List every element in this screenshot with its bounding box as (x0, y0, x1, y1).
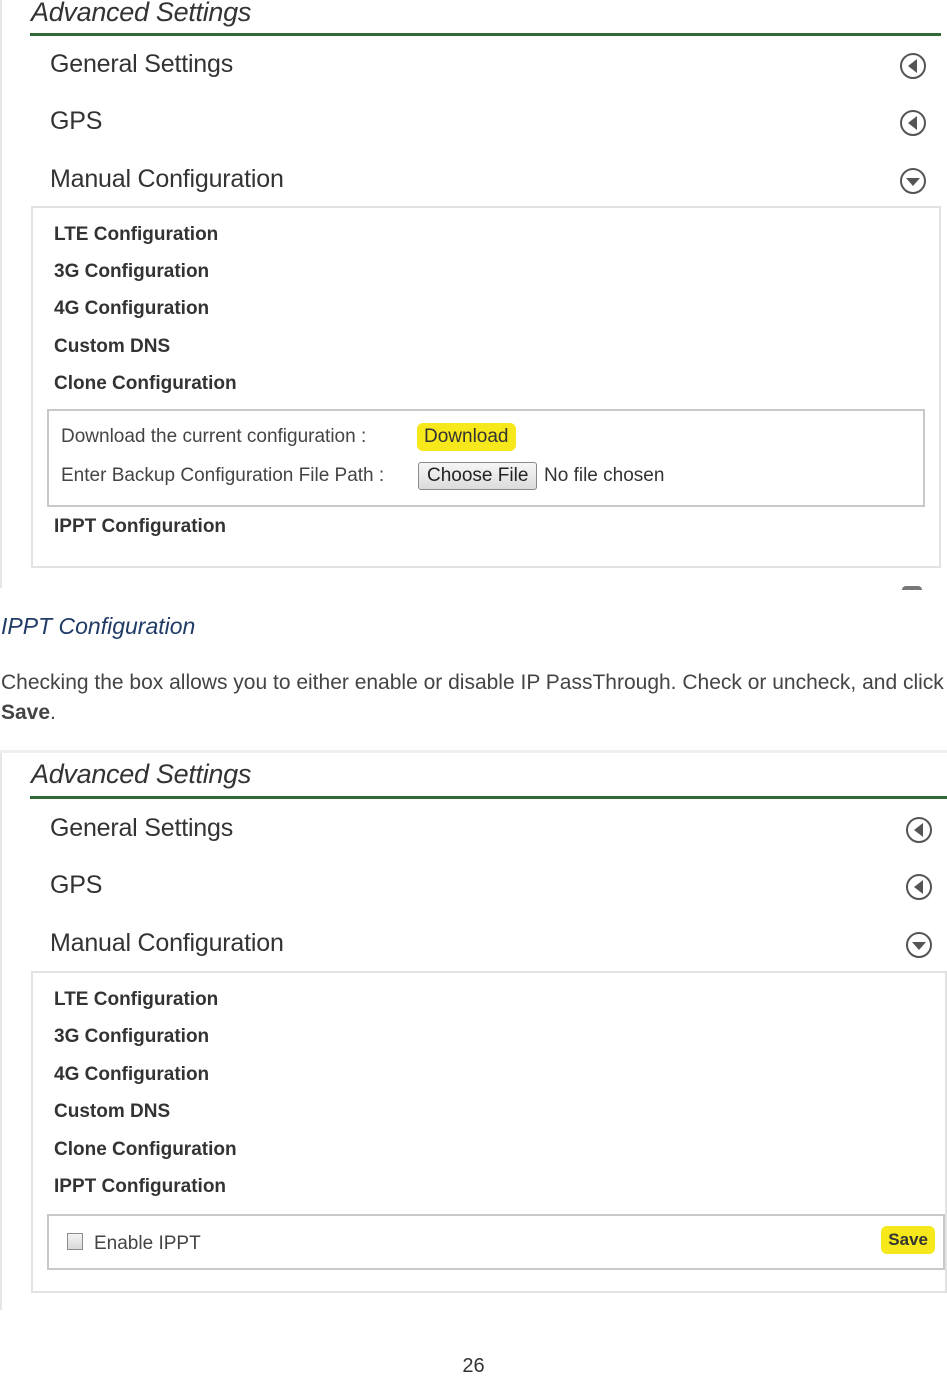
accordion-label: GPS (50, 871, 103, 899)
screenshot-edge (0, 753, 2, 1310)
menu-4g-configuration[interactable]: 4G Configuration (54, 298, 209, 320)
accordion-general-settings[interactable]: General Settings (48, 810, 941, 850)
backup-file-path-label: Enter Backup Configuration File Path : (61, 465, 385, 486)
menu-custom-dns[interactable]: Custom DNS (54, 1101, 170, 1123)
paragraph-bold-save: Save (1, 701, 51, 724)
collapsed-arrow-left-icon[interactable] (905, 816, 933, 844)
accordion-manual-configuration[interactable]: Manual Configuration (48, 161, 935, 201)
accordion-label: General Settings (50, 814, 234, 842)
menu-ippt-configuration[interactable]: IPPT Configuration (54, 516, 226, 538)
partial-icon (902, 586, 922, 590)
accordion-manual-configuration[interactable]: Manual Configuration (48, 925, 941, 965)
manual-configuration-panel: LTE Configuration 3G Configuration 4G Co… (31, 206, 941, 568)
accordion-label: General Settings (50, 50, 234, 78)
menu-ippt-configuration[interactable]: IPPT Configuration (54, 1176, 226, 1198)
file-chosen-status: No file chosen (544, 465, 665, 486)
paragraph-text: Checking the box allows you to either en… (1, 671, 944, 694)
download-button[interactable]: Download (417, 423, 516, 451)
collapsed-arrow-left-icon[interactable] (899, 52, 927, 80)
advanced-settings-title: Advanced Settings (31, 0, 252, 27)
screenshot-ippt-configuration: Advanced Settings General Settings GPS M… (0, 750, 947, 1310)
collapsed-arrow-left-icon[interactable] (899, 109, 927, 137)
screenshot-clone-configuration: Advanced Settings General Settings GPS M… (0, 0, 947, 588)
enable-ippt-checkbox[interactable] (67, 1233, 83, 1250)
collapsed-arrow-left-icon[interactable] (905, 873, 933, 901)
menu-3g-configuration[interactable]: 3G Configuration (54, 261, 209, 283)
expanded-arrow-down-icon[interactable] (905, 931, 933, 959)
accordion-label: GPS (50, 107, 103, 135)
title-divider (30, 796, 947, 799)
accordion-gps[interactable]: GPS (48, 867, 941, 907)
ippt-settings-box: Enable IPPT Save (47, 1214, 945, 1270)
download-config-label: Download the current configuration : (61, 426, 367, 447)
menu-clone-configuration[interactable]: Clone Configuration (54, 373, 237, 395)
accordion-gps[interactable]: GPS (48, 103, 935, 143)
choose-file-button[interactable]: Choose File (418, 462, 538, 490)
paragraph-end: . (50, 701, 56, 724)
accordion-general-settings[interactable]: General Settings (48, 46, 935, 86)
advanced-settings-title: Advanced Settings (31, 759, 252, 789)
accordion-label: Manual Configuration (50, 929, 284, 957)
expanded-arrow-down-icon[interactable] (899, 167, 927, 195)
menu-lte-configuration[interactable]: LTE Configuration (54, 224, 218, 246)
save-button[interactable]: Save (881, 1226, 935, 1254)
clone-configuration-box: Download the current configuration : Dow… (47, 409, 925, 507)
accordion-label: Manual Configuration (50, 165, 284, 193)
screenshot-edge (0, 0, 2, 588)
menu-clone-configuration[interactable]: Clone Configuration (54, 1139, 237, 1161)
menu-lte-configuration[interactable]: LTE Configuration (54, 989, 218, 1011)
manual-configuration-panel: LTE Configuration 3G Configuration 4G Co… (31, 971, 947, 1293)
enable-ippt-label: Enable IPPT (94, 1233, 201, 1254)
menu-4g-configuration[interactable]: 4G Configuration (54, 1064, 209, 1086)
section-paragraph: Checking the box allows you to either en… (1, 668, 947, 728)
section-heading: IPPT Configuration (1, 613, 196, 639)
page-number: 26 (462, 1355, 485, 1376)
title-divider (30, 33, 941, 36)
menu-custom-dns[interactable]: Custom DNS (54, 336, 170, 358)
menu-3g-configuration[interactable]: 3G Configuration (54, 1026, 209, 1048)
